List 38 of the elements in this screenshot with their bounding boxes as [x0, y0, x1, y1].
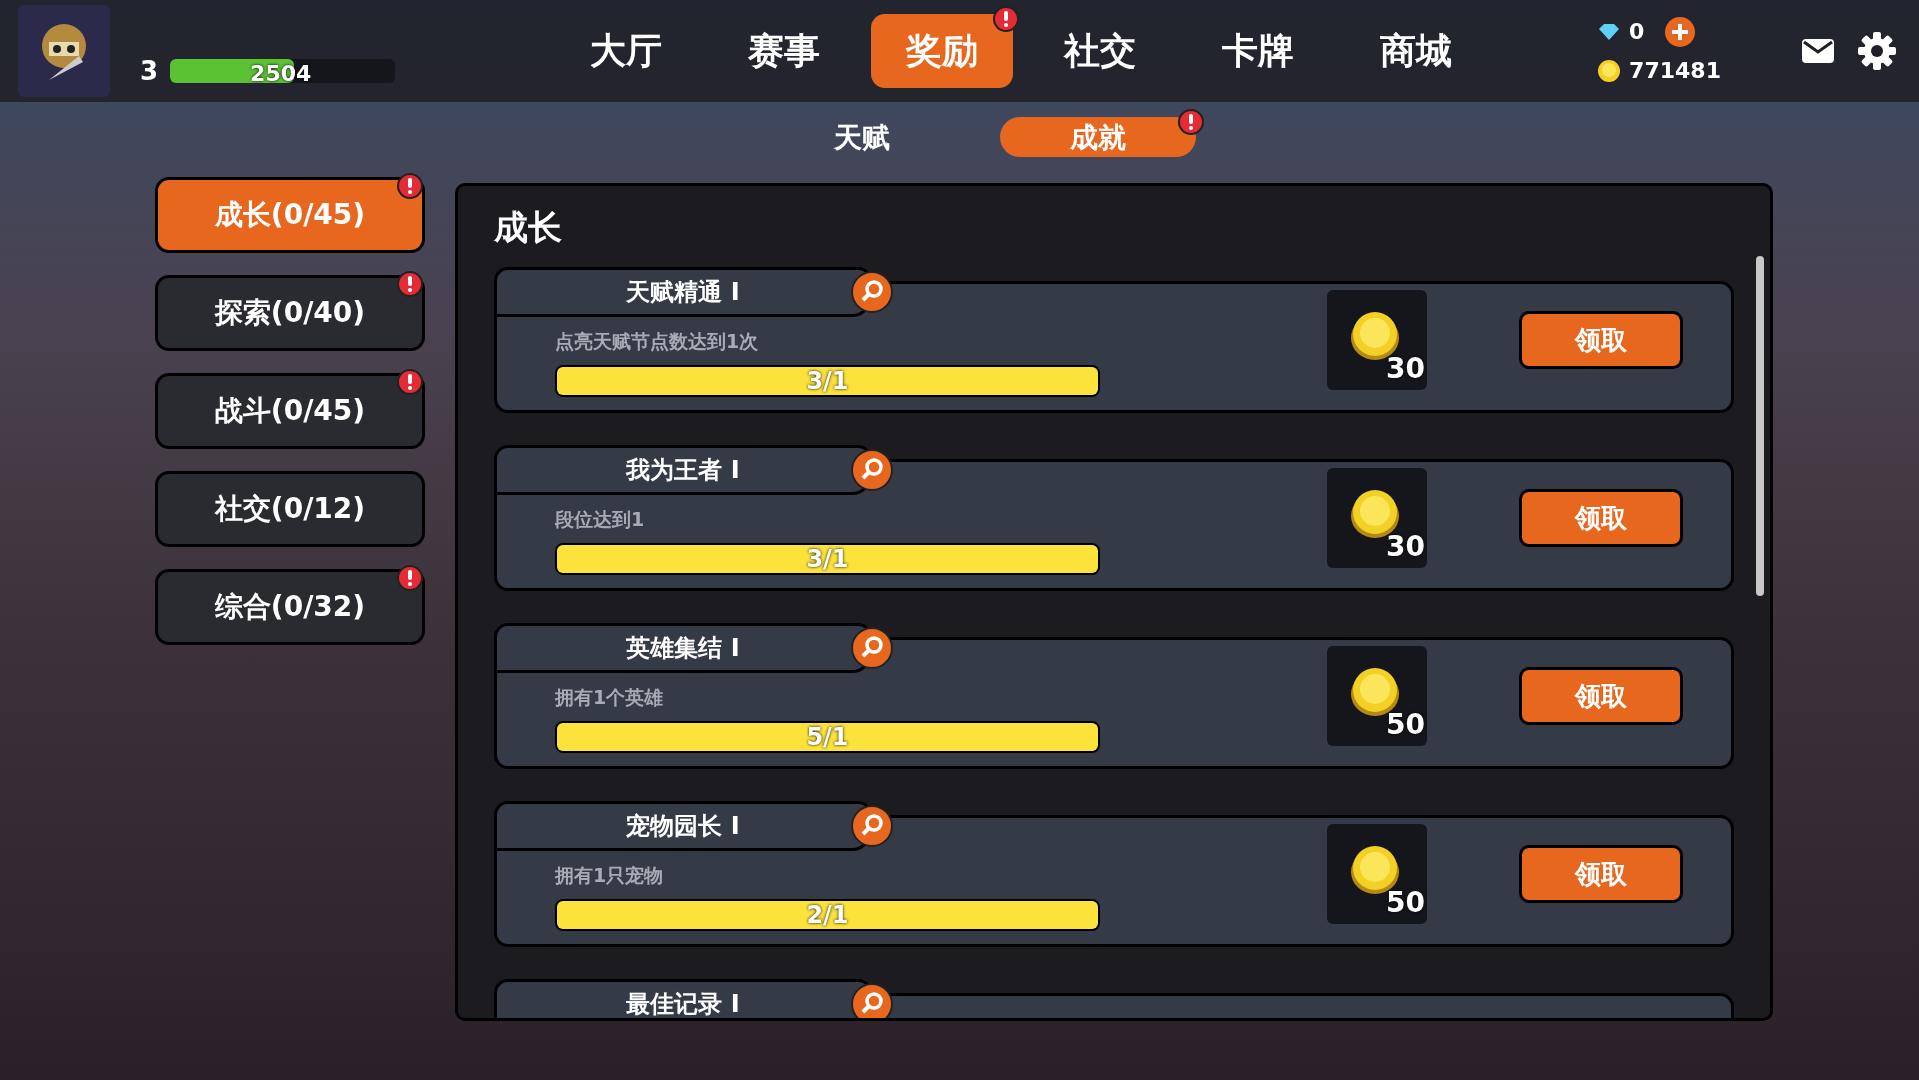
category-tab[interactable]: 战斗(0/45) — [155, 373, 425, 449]
gem-count: 0 — [1629, 18, 1645, 46]
avatar-icon[interactable] — [18, 5, 110, 97]
player-level: 3 — [140, 54, 159, 88]
search-icon[interactable] — [850, 448, 894, 492]
add-button[interactable] — [1664, 15, 1697, 48]
nav-tab[interactable]: 赛事 — [713, 14, 856, 88]
panel-title: 成长 — [494, 206, 563, 249]
progress-text: 3/1 — [805, 545, 850, 574]
gem-icon — [1597, 22, 1622, 41]
nav-tab[interactable]: 社交 — [1029, 14, 1172, 88]
search-icon[interactable] — [850, 626, 894, 670]
search-icon[interactable] — [850, 270, 894, 314]
scrollbar[interactable] — [1756, 256, 1764, 596]
settings-icon[interactable] — [1857, 31, 1897, 71]
nav-tab[interactable]: 商城 — [1345, 14, 1488, 88]
reward-amount: 30 — [1386, 529, 1425, 565]
achievement-description: 点亮天赋节点数达到1次 — [555, 328, 760, 354]
reward-amount: 50 — [1386, 707, 1425, 743]
achievement-description: 拥有1个英雄 — [555, 684, 665, 710]
coin-count: 771481 — [1629, 57, 1721, 85]
achievement-description: 拥有1只宠物 — [555, 862, 665, 888]
nav-tab[interactable]: 大厅 — [555, 14, 698, 88]
progress-text: 3/1 — [805, 367, 850, 396]
coin-icon — [1597, 58, 1622, 83]
reward-amount: 30 — [1386, 351, 1425, 387]
mail-icon[interactable] — [1801, 38, 1835, 64]
search-icon[interactable] — [850, 982, 894, 1018]
category-tab[interactable]: 综合(0/32) — [155, 569, 425, 645]
category-tab[interactable]: 探索(0/40) — [155, 275, 425, 351]
search-icon[interactable] — [850, 804, 894, 848]
category-tab[interactable]: 社交(0/12) — [155, 471, 425, 547]
reward-amount: 50 — [1386, 885, 1425, 921]
achievement-description: 段位达到1 — [555, 506, 646, 532]
progress-text: 5/1 — [805, 723, 850, 752]
sub-tab[interactable]: 天赋 — [763, 117, 960, 157]
nav-tab[interactable]: 卡牌 — [1187, 14, 1330, 88]
progress-text: 2/1 — [805, 901, 850, 930]
